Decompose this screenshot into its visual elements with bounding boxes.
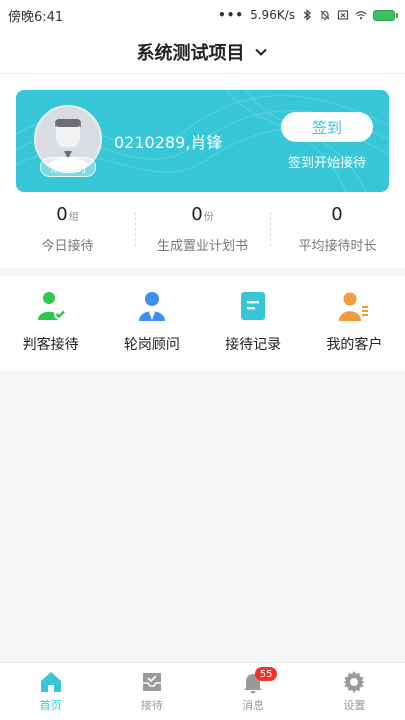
bluetooth-icon bbox=[303, 9, 311, 21]
gear-icon bbox=[343, 671, 366, 693]
stat-plans-generated[interactable]: 0份 生成置业计划书 bbox=[135, 204, 270, 254]
bottom-tab-bar: 首页 接待 55 消息 设置 bbox=[0, 662, 405, 720]
stat-unit: 组 bbox=[68, 212, 79, 223]
document-icon bbox=[241, 292, 266, 320]
home-icon bbox=[40, 672, 61, 692]
checkin-button[interactable]: 签到 bbox=[281, 112, 373, 142]
network-speed: 5.96K/s bbox=[250, 8, 295, 22]
stat-average-duration[interactable]: 0 平均接待时长 bbox=[270, 204, 405, 254]
action-rotation-advisor[interactable]: 轮岗顾问 bbox=[101, 290, 202, 354]
tab-label: 接待 bbox=[140, 699, 163, 712]
page-title: 系统测试项目 bbox=[136, 42, 245, 64]
tab-home[interactable]: 首页 bbox=[0, 663, 101, 720]
tab-label: 设置 bbox=[343, 699, 366, 712]
stat-label: 平均接待时长 bbox=[298, 239, 377, 254]
project-selector[interactable]: 系统测试项目 bbox=[0, 30, 405, 74]
avatar-container: 未签到 bbox=[34, 105, 102, 177]
action-label: 我的客户 bbox=[326, 337, 383, 353]
user-card: 未签到 0210289,肖锋 签到 签到开始接待 bbox=[16, 90, 389, 192]
stat-label: 今日接待 bbox=[41, 239, 94, 254]
stat-label: 生成置业计划书 bbox=[156, 239, 248, 254]
action-label: 轮岗顾问 bbox=[123, 337, 180, 353]
tab-messages[interactable]: 55 消息 bbox=[203, 663, 304, 720]
status-bar: 傍晚6:41 ••• 5.96K/s bbox=[0, 0, 405, 30]
action-label: 接待记录 bbox=[225, 337, 282, 353]
advisor-icon bbox=[138, 292, 165, 321]
status-indicators: ••• 5.96K/s bbox=[218, 8, 398, 22]
quick-actions: 判客接待 轮岗顾问 接待记录 我的客户 bbox=[0, 276, 405, 370]
action-customer-reception[interactable]: 判客接待 bbox=[0, 290, 101, 354]
tab-label: 首页 bbox=[39, 699, 62, 712]
stat-unit: 份 bbox=[203, 212, 214, 223]
chevron-down-icon bbox=[254, 48, 267, 56]
sim-off-icon bbox=[337, 10, 349, 20]
stat-value: 0 bbox=[56, 204, 68, 225]
status-badge: 未签到 bbox=[40, 157, 96, 177]
stat-today-reception[interactable]: 0组 今日接待 bbox=[0, 204, 135, 254]
action-reception-records[interactable]: 接待记录 bbox=[203, 290, 304, 354]
stat-value: 0 bbox=[331, 204, 343, 225]
stats-row: 0组 今日接待 0份 生成置业计划书 0 平均接待时长 bbox=[0, 192, 405, 268]
person-check-icon bbox=[37, 292, 66, 320]
user-section: 未签到 0210289,肖锋 签到 签到开始接待 bbox=[0, 74, 405, 192]
action-label: 判客接待 bbox=[22, 337, 79, 353]
battery-icon bbox=[373, 9, 398, 21]
inbox-icon bbox=[142, 673, 161, 691]
status-time: 傍晚6:41 bbox=[8, 9, 64, 25]
more-dots-icon: ••• bbox=[218, 8, 245, 22]
tab-reception[interactable]: 接待 bbox=[101, 663, 202, 720]
wifi-icon bbox=[355, 11, 367, 20]
tab-label: 消息 bbox=[242, 699, 265, 712]
mute-bell-icon bbox=[320, 10, 330, 21]
stat-value: 0 bbox=[191, 204, 203, 225]
unread-count-badge: 55 bbox=[255, 667, 278, 681]
tab-settings[interactable]: 设置 bbox=[304, 663, 405, 720]
checkin-hint: 签到开始接待 bbox=[287, 156, 366, 171]
customers-icon bbox=[339, 292, 369, 321]
checkin-area: 签到 签到开始接待 bbox=[281, 112, 373, 171]
action-my-customers[interactable]: 我的客户 bbox=[304, 290, 405, 354]
